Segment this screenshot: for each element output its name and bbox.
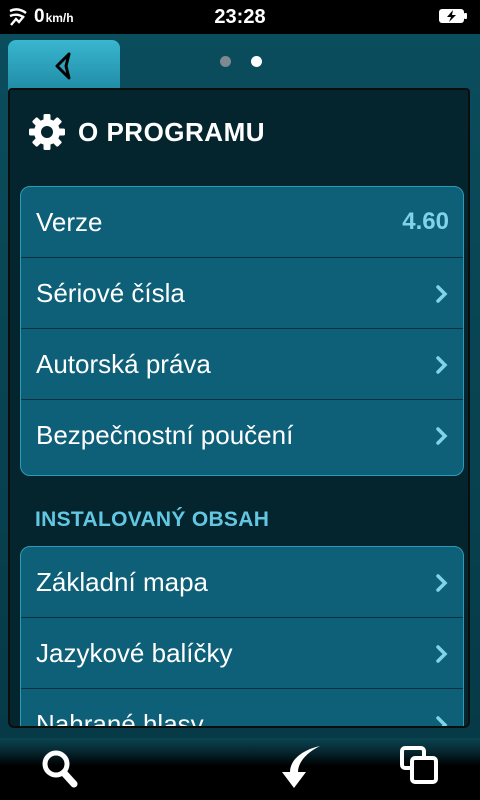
row-label: Jazykové balíčky bbox=[36, 637, 233, 668]
chevron-right-icon bbox=[436, 716, 448, 726]
base-map-row[interactable]: Základní mapa bbox=[21, 547, 463, 618]
chevron-right-icon bbox=[436, 645, 448, 663]
clock: 23:28 bbox=[214, 6, 266, 28]
serial-numbers-row[interactable]: Sériové čísla bbox=[21, 258, 463, 329]
page-dot bbox=[220, 56, 231, 67]
back-arrow-icon bbox=[55, 52, 71, 80]
installed-content-title: INSTALOVANÝ OBSAH bbox=[35, 508, 270, 531]
row-label: Základní mapa bbox=[36, 566, 208, 597]
page-indicator bbox=[220, 56, 262, 67]
version-row[interactable]: Verze 4.60 bbox=[21, 187, 463, 258]
page-dot-active bbox=[251, 56, 262, 67]
windows-icon[interactable] bbox=[398, 744, 440, 786]
section-title: O PROGRAMU bbox=[78, 116, 265, 147]
row-label: Sériové čísla bbox=[36, 277, 185, 308]
battery-charging-icon bbox=[439, 9, 467, 23]
back-button[interactable] bbox=[8, 40, 120, 92]
bottom-bar bbox=[0, 738, 480, 800]
safety-notice-row[interactable]: Bezpečnostní poučení bbox=[21, 400, 463, 471]
chevron-right-icon bbox=[436, 427, 448, 445]
chevron-right-icon bbox=[436, 574, 448, 592]
row-label: Verze bbox=[36, 206, 103, 237]
recorded-voices-row[interactable]: Nahrané hlasy bbox=[21, 689, 463, 728]
gear-icon bbox=[29, 114, 65, 150]
status-bar: 0km/h 23:28 bbox=[0, 0, 480, 34]
row-label: Bezpečnostní poučení bbox=[36, 420, 294, 450]
installed-content-list: Základní mapa Jazykové balíčky Nahrané h… bbox=[20, 546, 464, 728]
copyright-row[interactable]: Autorská práva bbox=[21, 329, 463, 400]
search-icon[interactable] bbox=[40, 746, 80, 790]
app-frame: O PROGRAMU Verze 4.60 Sériové čísla Auto… bbox=[0, 34, 480, 738]
about-list: Verze 4.60 Sériové čísla Autorská práva … bbox=[20, 186, 464, 476]
confirm-arrow-icon[interactable] bbox=[280, 742, 328, 790]
row-label: Autorská práva bbox=[36, 348, 211, 379]
section-header: O PROGRAMU bbox=[28, 112, 265, 152]
chevron-right-icon bbox=[436, 356, 448, 374]
language-packs-row[interactable]: Jazykové balíčky bbox=[21, 618, 463, 689]
row-label: Nahrané hlasy bbox=[36, 709, 204, 728]
chevron-right-icon bbox=[436, 285, 448, 303]
version-value: 4.60 bbox=[402, 208, 449, 235]
content-panel: O PROGRAMU Verze 4.60 Sériové čísla Auto… bbox=[8, 88, 470, 728]
